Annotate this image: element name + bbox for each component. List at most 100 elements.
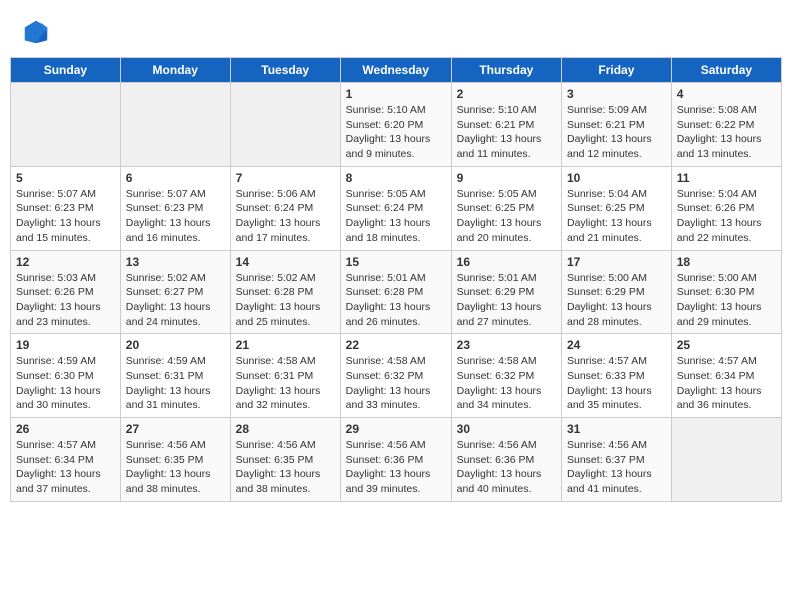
day-number: 24 (567, 338, 666, 352)
calendar-week-row: 5 Sunrise: 5:07 AM Sunset: 6:23 PM Daylig… (11, 166, 782, 250)
day-info: Sunrise: 5:08 AM Sunset: 6:22 PM Dayligh… (677, 103, 776, 162)
day-number: 11 (677, 171, 776, 185)
day-info: Sunrise: 5:07 AM Sunset: 6:23 PM Dayligh… (126, 187, 225, 246)
page-header (10, 10, 782, 57)
day-info: Sunrise: 5:06 AM Sunset: 6:24 PM Dayligh… (236, 187, 335, 246)
day-info: Sunrise: 4:58 AM Sunset: 6:32 PM Dayligh… (457, 354, 556, 413)
day-info: Sunrise: 5:04 AM Sunset: 6:25 PM Dayligh… (567, 187, 666, 246)
day-number: 25 (677, 338, 776, 352)
day-info: Sunrise: 5:01 AM Sunset: 6:28 PM Dayligh… (346, 271, 446, 330)
day-number: 7 (236, 171, 335, 185)
calendar-cell: 19 Sunrise: 4:59 AM Sunset: 6:30 PM Dayli… (11, 334, 121, 418)
calendar-table: SundayMondayTuesdayWednesdayThursdayFrid… (10, 57, 782, 502)
day-info: Sunrise: 4:56 AM Sunset: 6:37 PM Dayligh… (567, 438, 666, 497)
day-number: 14 (236, 255, 335, 269)
logo-icon (22, 18, 50, 46)
calendar-cell: 9 Sunrise: 5:05 AM Sunset: 6:25 PM Daylig… (451, 166, 561, 250)
calendar-cell: 26 Sunrise: 4:57 AM Sunset: 6:34 PM Dayli… (11, 418, 121, 502)
weekday-header: Wednesday (340, 58, 451, 83)
day-info: Sunrise: 5:02 AM Sunset: 6:27 PM Dayligh… (126, 271, 225, 330)
day-number: 27 (126, 422, 225, 436)
calendar-cell: 31 Sunrise: 4:56 AM Sunset: 6:37 PM Dayli… (562, 418, 672, 502)
calendar-week-row: 12 Sunrise: 5:03 AM Sunset: 6:26 PM Dayli… (11, 250, 782, 334)
calendar-cell: 11 Sunrise: 5:04 AM Sunset: 6:26 PM Dayli… (671, 166, 781, 250)
calendar-cell: 24Sunrise: 4:57 AM Sunset: 6:33 PM Dayli… (562, 334, 672, 418)
day-info: Sunrise: 4:56 AM Sunset: 6:35 PM Dayligh… (126, 438, 225, 497)
calendar-cell: 16 Sunrise: 5:01 AM Sunset: 6:29 PM Dayli… (451, 250, 561, 334)
calendar-cell: 18 Sunrise: 5:00 AM Sunset: 6:30 PM Dayli… (671, 250, 781, 334)
day-number: 9 (457, 171, 556, 185)
calendar-cell: 27 Sunrise: 4:56 AM Sunset: 6:35 PM Dayli… (120, 418, 230, 502)
calendar-week-row: 26 Sunrise: 4:57 AM Sunset: 6:34 PM Dayli… (11, 418, 782, 502)
day-info: Sunrise: 5:00 AM Sunset: 6:30 PM Dayligh… (677, 271, 776, 330)
day-number: 5 (16, 171, 115, 185)
calendar-cell (120, 83, 230, 167)
day-info: Sunrise: 5:04 AM Sunset: 6:26 PM Dayligh… (677, 187, 776, 246)
day-number: 28 (236, 422, 335, 436)
day-number: 6 (126, 171, 225, 185)
weekday-header: Sunday (11, 58, 121, 83)
day-number: 26 (16, 422, 115, 436)
day-info: Sunrise: 5:10 AM Sunset: 6:21 PM Dayligh… (457, 103, 556, 162)
calendar-cell (11, 83, 121, 167)
day-info: Sunrise: 4:57 AM Sunset: 6:34 PM Dayligh… (16, 438, 115, 497)
logo (20, 18, 54, 51)
day-info: Sunrise: 5:03 AM Sunset: 6:26 PM Dayligh… (16, 271, 115, 330)
day-number: 13 (126, 255, 225, 269)
day-info: Sunrise: 5:05 AM Sunset: 6:25 PM Dayligh… (457, 187, 556, 246)
day-info: Sunrise: 4:59 AM Sunset: 6:30 PM Dayligh… (16, 354, 115, 413)
day-number: 29 (346, 422, 446, 436)
day-number: 17 (567, 255, 666, 269)
day-number: 8 (346, 171, 446, 185)
day-info: Sunrise: 5:09 AM Sunset: 6:21 PM Dayligh… (567, 103, 666, 162)
weekday-header-row: SundayMondayTuesdayWednesdayThursdayFrid… (11, 58, 782, 83)
day-number: 31 (567, 422, 666, 436)
day-number: 2 (457, 87, 556, 101)
weekday-header: Thursday (451, 58, 561, 83)
day-info: Sunrise: 4:57 AM Sunset: 6:34 PM Dayligh… (677, 354, 776, 413)
calendar-cell: 28 Sunrise: 4:56 AM Sunset: 6:35 PM Dayli… (230, 418, 340, 502)
calendar-cell: 20Sunrise: 4:59 AM Sunset: 6:31 PM Dayli… (120, 334, 230, 418)
day-number: 12 (16, 255, 115, 269)
day-number: 21 (236, 338, 335, 352)
calendar-cell (230, 83, 340, 167)
calendar-cell: 15 Sunrise: 5:01 AM Sunset: 6:28 PM Dayli… (340, 250, 451, 334)
day-number: 19 (16, 338, 115, 352)
calendar-cell (671, 418, 781, 502)
day-number: 1 (346, 87, 446, 101)
calendar-week-row: 1 Sunrise: 5:10 AM Sunset: 6:20 PM Daylig… (11, 83, 782, 167)
day-number: 23 (457, 338, 556, 352)
calendar-cell: 8Sunrise: 5:05 AM Sunset: 6:24 PM Daylig… (340, 166, 451, 250)
day-info: Sunrise: 4:56 AM Sunset: 6:36 PM Dayligh… (457, 438, 556, 497)
calendar-cell: 2 Sunrise: 5:10 AM Sunset: 6:21 PM Daylig… (451, 83, 561, 167)
day-number: 18 (677, 255, 776, 269)
calendar-cell: 21Sunrise: 4:58 AM Sunset: 6:31 PM Dayli… (230, 334, 340, 418)
day-info: Sunrise: 5:01 AM Sunset: 6:29 PM Dayligh… (457, 271, 556, 330)
calendar-cell: 22 Sunrise: 4:58 AM Sunset: 6:32 PM Dayli… (340, 334, 451, 418)
day-info: Sunrise: 4:56 AM Sunset: 6:36 PM Dayligh… (346, 438, 446, 497)
day-number: 10 (567, 171, 666, 185)
day-number: 22 (346, 338, 446, 352)
calendar-week-row: 19 Sunrise: 4:59 AM Sunset: 6:30 PM Dayli… (11, 334, 782, 418)
weekday-header: Friday (562, 58, 672, 83)
calendar-cell: 25 Sunrise: 4:57 AM Sunset: 6:34 PM Dayli… (671, 334, 781, 418)
day-info: Sunrise: 5:10 AM Sunset: 6:20 PM Dayligh… (346, 103, 446, 162)
calendar-cell: 10 Sunrise: 5:04 AM Sunset: 6:25 PM Dayli… (562, 166, 672, 250)
day-number: 16 (457, 255, 556, 269)
day-info: Sunrise: 4:56 AM Sunset: 6:35 PM Dayligh… (236, 438, 335, 497)
calendar-cell: 13 Sunrise: 5:02 AM Sunset: 6:27 PM Dayli… (120, 250, 230, 334)
calendar-cell: 17 Sunrise: 5:00 AM Sunset: 6:29 PM Dayli… (562, 250, 672, 334)
calendar-cell: 1 Sunrise: 5:10 AM Sunset: 6:20 PM Daylig… (340, 83, 451, 167)
day-info: Sunrise: 5:02 AM Sunset: 6:28 PM Dayligh… (236, 271, 335, 330)
day-info: Sunrise: 5:00 AM Sunset: 6:29 PM Dayligh… (567, 271, 666, 330)
weekday-header: Tuesday (230, 58, 340, 83)
day-number: 30 (457, 422, 556, 436)
day-info: Sunrise: 5:07 AM Sunset: 6:23 PM Dayligh… (16, 187, 115, 246)
weekday-header: Saturday (671, 58, 781, 83)
day-number: 15 (346, 255, 446, 269)
day-number: 4 (677, 87, 776, 101)
day-info: Sunrise: 4:58 AM Sunset: 6:32 PM Dayligh… (346, 354, 446, 413)
weekday-header: Monday (120, 58, 230, 83)
day-number: 20 (126, 338, 225, 352)
calendar-cell: 6 Sunrise: 5:07 AM Sunset: 6:23 PM Daylig… (120, 166, 230, 250)
